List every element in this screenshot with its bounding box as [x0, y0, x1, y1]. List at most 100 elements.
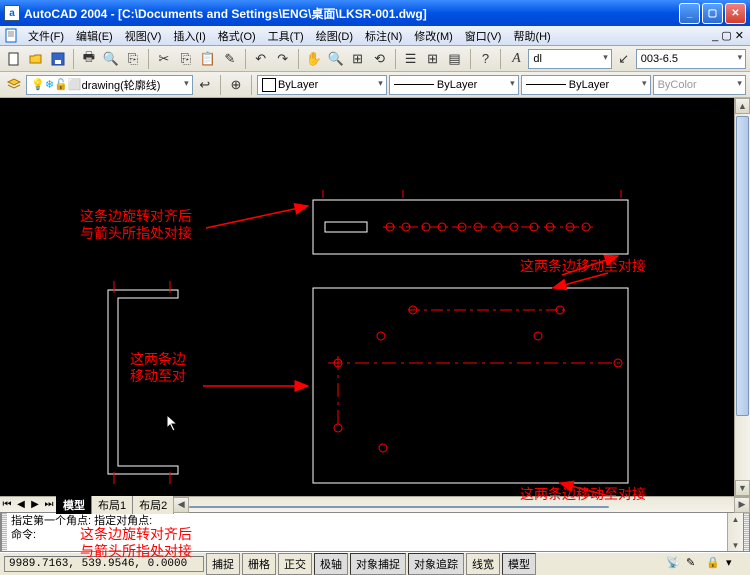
tray-pen-icon[interactable]: ✎	[686, 556, 702, 572]
publish-button[interactable]: ⎘	[123, 48, 143, 70]
zoom-win-button[interactable]: ⊞	[348, 48, 368, 70]
palette-button[interactable]: ▤	[445, 48, 465, 70]
status-ortho[interactable]: 正交	[278, 553, 312, 575]
tab-layout1[interactable]: 布局1	[91, 495, 133, 514]
minimize-button[interactable]: _	[679, 3, 700, 24]
separator	[148, 49, 149, 69]
menu-tools[interactable]: 工具(T)	[262, 26, 310, 46]
command-grip-right[interactable]	[743, 513, 749, 551]
annotation-1: 这条边旋转对齐后 与箭头所指处对接	[80, 210, 192, 244]
scroll-up-icon[interactable]: ▲	[735, 98, 750, 114]
plotstyle-dropdown[interactable]: ByColor	[653, 75, 746, 95]
cut-button[interactable]: ✂	[154, 48, 174, 70]
text-style-value: dl	[533, 53, 542, 65]
command-scrollbar[interactable]: ▲ ▼	[727, 513, 743, 551]
undo-button[interactable]: ↶	[251, 48, 271, 70]
window-title: AutoCAD 2004 - [C:\Documents and Setting…	[24, 5, 679, 22]
plotstyle-value: ByColor	[658, 79, 697, 91]
properties-button[interactable]: ☰	[401, 48, 421, 70]
menu-help[interactable]: 帮助(H)	[507, 26, 556, 46]
redo-button[interactable]: ↷	[273, 48, 293, 70]
tray-lock-icon[interactable]: 🔒	[706, 556, 722, 572]
menu-window[interactable]: 窗口(V)	[459, 26, 508, 46]
separator	[220, 75, 221, 95]
status-grid[interactable]: 栅格	[242, 553, 276, 575]
scroll-thumb-v[interactable]	[736, 116, 749, 416]
color-dropdown[interactable]: ByLayer	[257, 75, 387, 95]
menu-insert[interactable]: 插入(I)	[167, 26, 211, 46]
cmd-scroll-down-icon[interactable]: ▼	[728, 539, 743, 551]
matchprop-button[interactable]: ✎	[220, 48, 240, 70]
text-style-dropdown[interactable]: dl	[528, 49, 611, 69]
drawing-area[interactable]: 这条边旋转对齐后 与箭头所指处对接 这两条边移动至对接 这两条边 移动至对 这两…	[0, 98, 750, 496]
zoom-prev-button[interactable]: ⟲	[370, 48, 390, 70]
assist-button[interactable]: ⊕	[226, 74, 246, 96]
separator	[470, 49, 471, 69]
menu-format[interactable]: 格式(O)	[212, 26, 262, 46]
status-snap[interactable]: 捕捉	[206, 553, 240, 575]
menu-draw[interactable]: 绘图(D)	[310, 26, 359, 46]
separator	[245, 49, 246, 69]
paste-button[interactable]: 📋	[198, 48, 218, 70]
layer-prev-button[interactable]: ↩	[195, 74, 215, 96]
preview-button[interactable]: 🔍	[101, 48, 121, 70]
designcenter-button[interactable]: ⊞	[423, 48, 443, 70]
menubar: 文件(F) 编辑(E) 视图(V) 插入(I) 格式(O) 工具(T) 绘图(D…	[0, 26, 750, 46]
tab-nav-last[interactable]: ⏭	[42, 499, 56, 510]
copy-button[interactable]: ⎘	[176, 48, 196, 70]
linetype-dropdown[interactable]: ByLayer	[389, 75, 519, 95]
status-osnap[interactable]: 对象捕捉	[350, 553, 406, 575]
menu-view[interactable]: 视图(V)	[119, 26, 168, 46]
scroll-down-icon[interactable]: ▼	[735, 480, 750, 496]
tab-layout2[interactable]: 布局2	[132, 495, 174, 514]
status-lwt[interactable]: 线宽	[466, 553, 500, 575]
new-button[interactable]	[4, 48, 24, 70]
tab-nav-first[interactable]: ⏮	[0, 499, 14, 510]
tab-nav-next[interactable]: ▶	[28, 499, 42, 510]
color-swatch-icon	[262, 78, 276, 92]
dim-style-button[interactable]: ↙	[614, 48, 634, 70]
mdi-restore-icon[interactable]: _ ▢ ✕	[710, 27, 746, 44]
dim-style-dropdown[interactable]: 003-6.5	[636, 49, 746, 69]
lineweight-preview-icon	[526, 84, 566, 85]
status-otrack[interactable]: 对象追踪	[408, 553, 464, 575]
separator	[73, 49, 74, 69]
layer-toolbar: 💡❄🔓⬜ drawing(轮廓线) ↩ ⊕ ByLayer ByLayer By…	[0, 72, 750, 98]
menu-edit[interactable]: 编辑(E)	[70, 26, 119, 46]
lineweight-dropdown[interactable]: ByLayer	[521, 75, 651, 95]
linetype-preview-icon	[394, 84, 434, 85]
layer-dropdown[interactable]: 💡❄🔓⬜ drawing(轮廓线)	[26, 75, 192, 95]
help-button[interactable]: ?	[475, 48, 495, 70]
separator	[500, 49, 501, 69]
zoom-rt-button[interactable]: 🔍	[326, 48, 346, 70]
menu-dimension[interactable]: 标注(N)	[359, 26, 408, 46]
maximize-button[interactable]: ▢	[702, 3, 723, 24]
scroll-thumb-h[interactable]	[189, 506, 609, 508]
separator	[298, 49, 299, 69]
text-style-button[interactable]: A	[506, 48, 526, 70]
separator	[251, 75, 252, 95]
save-button[interactable]	[48, 48, 68, 70]
status-model[interactable]: 模型	[502, 553, 536, 575]
annotation-4: 这两条边移动至对接	[520, 488, 646, 505]
close-button[interactable]: ✕	[725, 3, 746, 24]
app-icon: a	[4, 5, 20, 21]
layer-manager-button[interactable]	[4, 74, 24, 96]
tab-nav-prev[interactable]: ◀	[14, 499, 28, 510]
pan-button[interactable]: ✋	[304, 48, 324, 70]
scroll-right-icon[interactable]: ▶	[734, 497, 750, 513]
menu-file[interactable]: 文件(F)	[22, 26, 70, 46]
tab-model[interactable]: 模型	[56, 495, 92, 514]
status-polar[interactable]: 极轴	[314, 553, 348, 575]
window-buttons: _ ▢ ✕	[679, 3, 746, 24]
lineweight-value: ByLayer	[569, 79, 609, 91]
layer-name: drawing(轮廓线)	[82, 77, 161, 93]
tray-more-icon[interactable]: ▾	[726, 556, 742, 572]
open-button[interactable]	[26, 48, 46, 70]
print-button[interactable]: 🖶	[79, 48, 99, 70]
vertical-scrollbar[interactable]: ▲ ▼	[734, 98, 750, 496]
scroll-left-icon[interactable]: ◀	[173, 497, 189, 513]
tray-comm-icon[interactable]: 📡	[666, 556, 682, 572]
menu-modify[interactable]: 修改(M)	[408, 26, 459, 46]
cmd-scroll-up-icon[interactable]: ▲	[728, 513, 743, 525]
